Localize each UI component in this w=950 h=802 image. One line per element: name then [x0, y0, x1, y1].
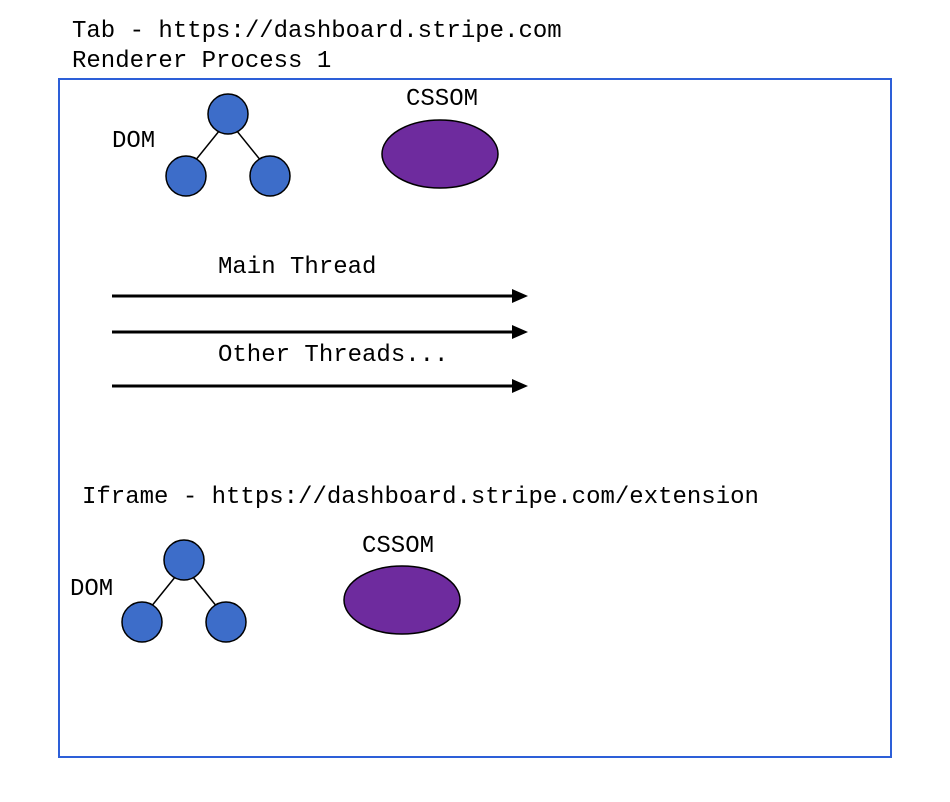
main-thread-label: Main Thread	[218, 254, 376, 281]
cssom-label-upper: CSSOM	[406, 86, 478, 113]
tree-node-icon	[250, 156, 290, 196]
ellipse-icon	[382, 120, 498, 188]
tree-node-icon	[206, 602, 246, 642]
thread-arrow-icon	[112, 322, 532, 342]
tree-node-icon	[166, 156, 206, 196]
tab-url-label: Tab - https://dashboard.stripe.com	[72, 18, 562, 45]
tree-node-icon	[164, 540, 204, 580]
tree-node-icon	[208, 94, 248, 134]
cssom-shape-lower	[336, 560, 476, 640]
iframe-url-label: Iframe - https://dashboard.stripe.com/ex…	[82, 484, 759, 511]
cssom-label-lower: CSSOM	[362, 533, 434, 560]
thread-arrow-icon	[112, 376, 532, 396]
dom-tree-lower	[106, 538, 266, 648]
thread-arrow-icon	[112, 286, 532, 306]
dom-tree-upper	[150, 92, 310, 202]
iframe-url: https://dashboard.stripe.com/extension	[212, 484, 759, 511]
dom-label-upper: DOM	[112, 128, 155, 155]
cssom-shape-upper	[374, 114, 514, 194]
tab-prefix: Tab -	[72, 18, 158, 45]
other-threads-label: Other Threads...	[218, 342, 448, 369]
ellipse-icon	[344, 566, 460, 634]
iframe-prefix: Iframe -	[82, 484, 212, 511]
tab-url: https://dashboard.stripe.com	[158, 18, 561, 45]
tree-node-icon	[122, 602, 162, 642]
renderer-process-label: Renderer Process 1	[72, 48, 331, 75]
